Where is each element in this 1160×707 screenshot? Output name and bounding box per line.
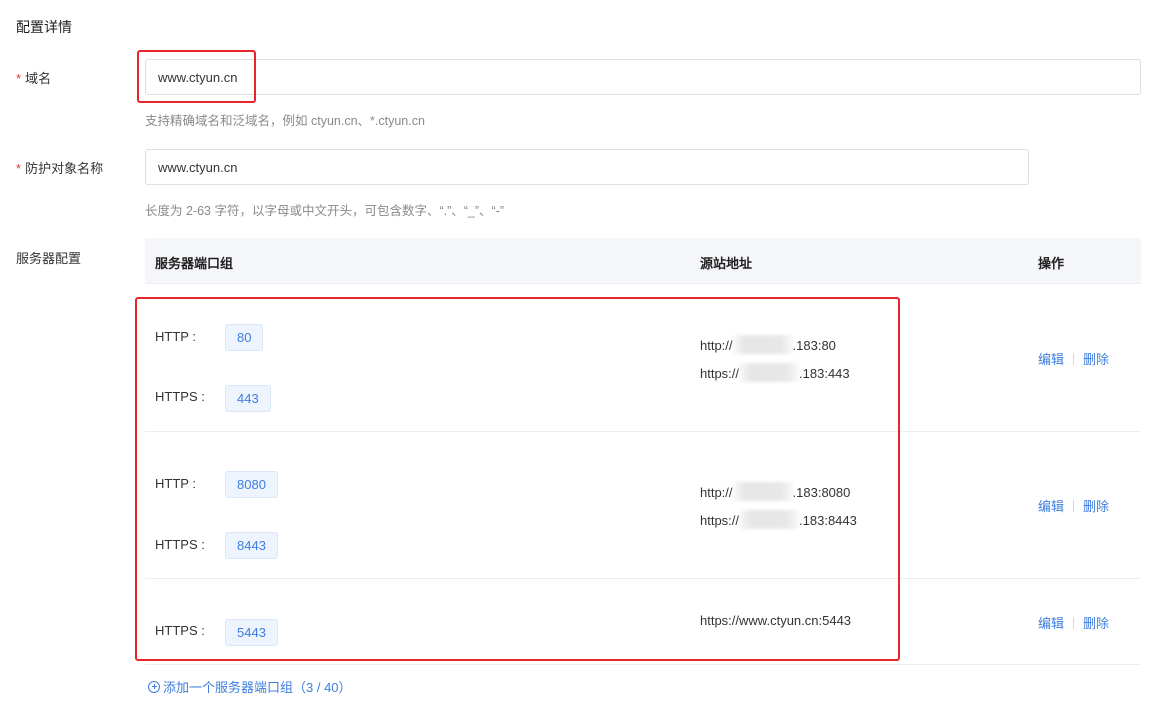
protocol-label: HTTPS : — [155, 623, 205, 638]
edit-button[interactable]: 编辑 — [1038, 616, 1064, 631]
origin-address: https:// .183:8443 — [700, 510, 857, 529]
port-tag: 5443 — [225, 619, 278, 646]
row-divider — [145, 578, 1141, 579]
port-tag: 80 — [225, 324, 264, 351]
domain-label: * 域名 — [16, 68, 51, 87]
add-port-group-label: 添加一个服务器端口组（3 / 40） — [163, 680, 352, 695]
edit-button[interactable]: 编辑 — [1038, 499, 1064, 514]
domain-hint: 支持精确域名和泛域名，例如 ctyun.cn、*.ctyun.cn — [145, 114, 425, 128]
row-actions: 编辑 删除 — [1038, 349, 1109, 368]
server-config-label: 服务器配置 — [16, 251, 82, 266]
protect-name-hint: 长度为 2-63 字符，以字母或中文开头，可包含数字、“.”、“_”、“-” — [145, 204, 505, 218]
origin-prefix: https://www.ctyun.cn:5443 — [700, 613, 852, 628]
action-divider — [1073, 353, 1075, 365]
redacted-ip — [739, 363, 800, 382]
redacted-ip — [732, 335, 793, 354]
domain-label-text: 域名 — [25, 71, 52, 86]
required-mark: * — [16, 161, 22, 176]
protect-name-label-text: 防护对象名称 — [25, 161, 104, 176]
action-divider — [1073, 500, 1075, 512]
protocol-label: HTTP : — [155, 329, 196, 344]
server-table-header: 服务器端口组 源站地址 操作 — [145, 238, 1141, 284]
required-mark: * — [16, 71, 22, 86]
origin-prefix: https:// — [700, 366, 740, 381]
delete-button[interactable]: 删除 — [1083, 499, 1109, 514]
column-header-actions: 操作 — [1038, 256, 1065, 271]
column-header-origin: 源站地址 — [700, 256, 753, 271]
row-divider — [145, 431, 1141, 432]
domain-input[interactable] — [145, 59, 1141, 95]
edit-button[interactable]: 编辑 — [1038, 352, 1064, 367]
row-actions: 编辑 删除 — [1038, 613, 1109, 632]
origin-suffix: .183:443 — [799, 366, 850, 381]
origin-address: https://www.ctyun.cn:5443 — [700, 613, 851, 628]
port-tag: 8443 — [225, 532, 278, 559]
port-tag: 443 — [225, 385, 271, 412]
origin-address: http:// .183:8080 — [700, 482, 850, 501]
port-tag: 8080 — [225, 471, 278, 498]
origin-address: http:// .183:80 — [700, 335, 836, 354]
table-bottom-divider — [145, 664, 1141, 665]
origin-prefix: http:// — [700, 485, 733, 500]
redacted-ip — [739, 510, 800, 529]
origin-address: https:// .183:443 — [700, 363, 850, 382]
protocol-label: HTTPS : — [155, 389, 205, 404]
delete-button[interactable]: 删除 — [1083, 616, 1109, 631]
add-port-group-button[interactable]: 添加一个服务器端口组（3 / 40） — [148, 677, 352, 696]
protect-name-label: * 防护对象名称 — [16, 158, 103, 177]
row-actions: 编辑 删除 — [1038, 496, 1109, 515]
plus-circle-icon — [148, 680, 160, 693]
column-header-port-group: 服务器端口组 — [155, 256, 234, 271]
protocol-label: HTTPS : — [155, 537, 205, 552]
origin-suffix: .183:8443 — [799, 513, 857, 528]
redacted-ip — [732, 482, 793, 501]
action-divider — [1073, 617, 1075, 629]
origin-suffix: .183:80 — [792, 338, 836, 353]
delete-button[interactable]: 删除 — [1083, 352, 1109, 367]
origin-prefix: https:// — [700, 513, 740, 528]
origin-suffix: .183:8080 — [792, 485, 851, 500]
protocol-label: HTTP : — [155, 476, 196, 491]
protect-name-input[interactable] — [145, 149, 1029, 185]
origin-prefix: http:// — [700, 338, 733, 353]
section-title: 配置详情 — [16, 19, 72, 35]
